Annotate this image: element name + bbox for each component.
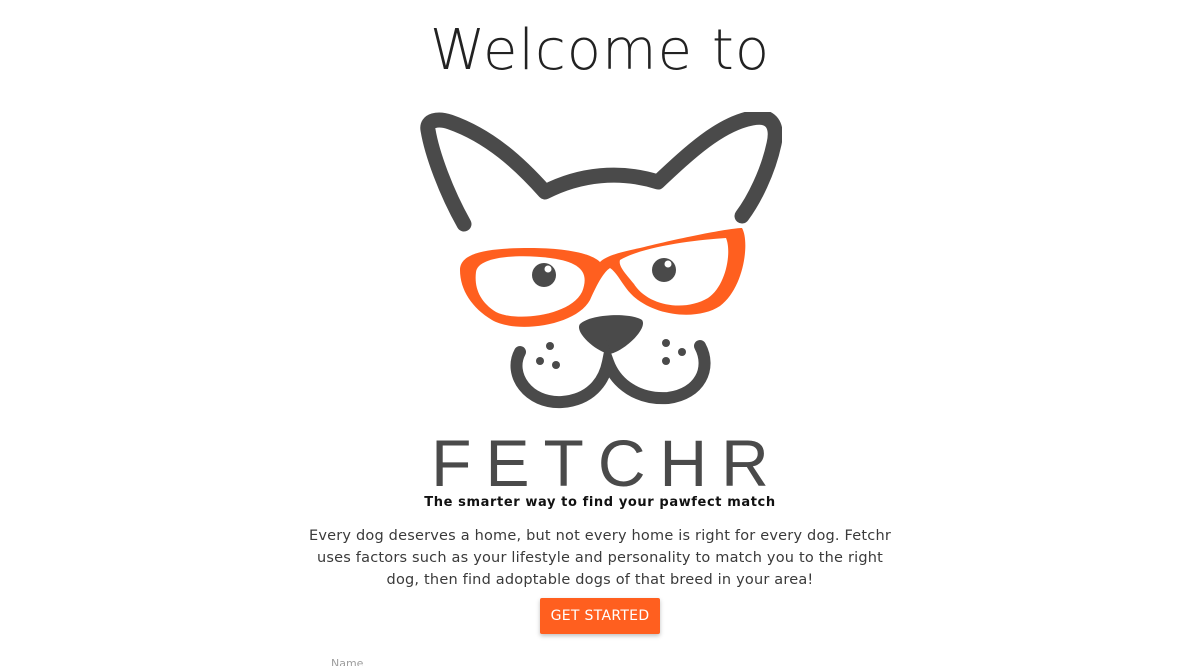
get-started-button[interactable]: GET STARTED	[540, 598, 660, 634]
page-title: Welcome to	[429, 18, 771, 83]
intro-description: Every dog deserves a home, but not every…	[308, 528, 892, 588]
dog-with-glasses-icon	[420, 112, 782, 409]
brand-wordmark: FETCHR	[431, 426, 783, 500]
landing-page: Welcome to FETCHR The smarter way to fin…	[0, 0, 1200, 666]
brand-tagline: The smarter way to find your pawfect mat…	[424, 495, 776, 510]
name-field-label: Name	[331, 657, 364, 666]
